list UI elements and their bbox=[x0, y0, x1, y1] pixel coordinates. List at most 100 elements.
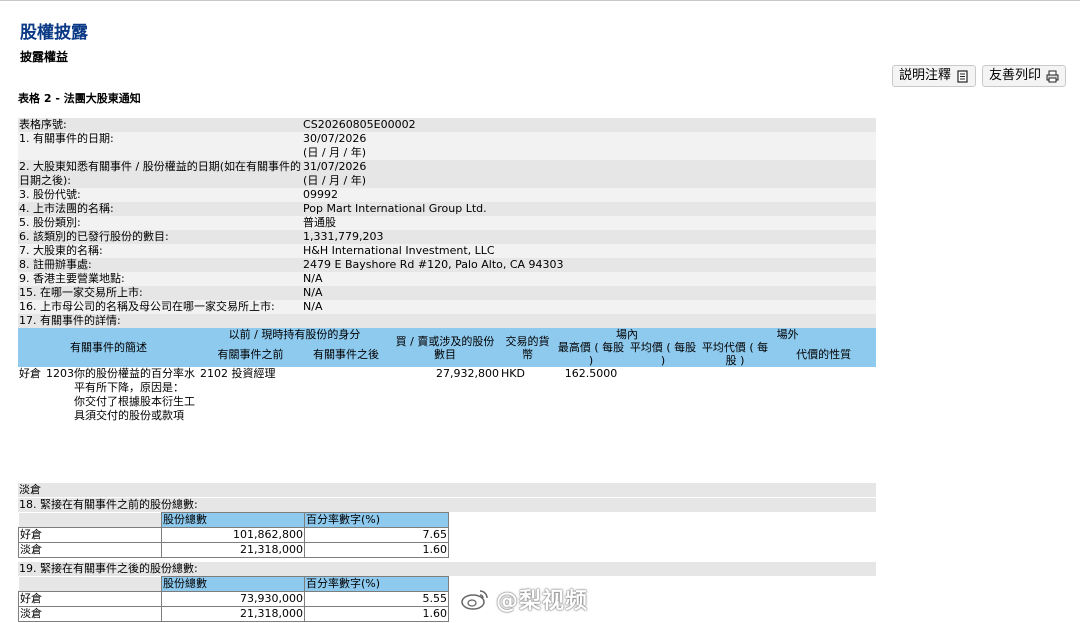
field-value-text: 31/07/2026 bbox=[303, 160, 367, 173]
table-row: 好倉 101,862,800 7.65 bbox=[18, 527, 449, 543]
event-description-line2: 你交付了根據股本衍生工具須交付的股份或款項 bbox=[74, 395, 195, 422]
toolbar: 説明注釋 友善列印 bbox=[891, 65, 1066, 87]
after-totals-table: 股份總數 百分率數字(%) 好倉 73,930,000 5.55 淡倉 21,3… bbox=[18, 576, 449, 622]
weibo-logo-icon bbox=[461, 590, 488, 610]
print-button[interactable]: 友善列印 bbox=[981, 65, 1066, 87]
watermark: @梨视频 bbox=[460, 583, 588, 615]
field-label: 15. 在哪一家交易所上市: bbox=[18, 286, 303, 300]
after-col-shares: 股份總數 bbox=[161, 576, 305, 592]
field-label: 表格序號: bbox=[18, 118, 303, 132]
notes-button[interactable]: 説明注釋 bbox=[891, 65, 976, 87]
field-row: 3. 股份代號: 09992 bbox=[18, 188, 877, 202]
notes-button-label: 説明注釋 bbox=[898, 68, 951, 83]
field-value-text: Pop Mart International Group Ltd. bbox=[303, 202, 487, 215]
header-nature: 代價的性質 bbox=[771, 341, 877, 367]
field-value-text: H&H International Investment, LLC bbox=[303, 244, 495, 257]
event-row: 好倉 1203 你的股份權益的百分率水平有所下降，原因是： 你交付了根據股本衍生… bbox=[18, 367, 877, 459]
field-value: H&H International Investment, LLC bbox=[302, 244, 877, 258]
field-value: 31/07/2026 (日 / 月 / 年) bbox=[302, 160, 877, 188]
after-position-long: 好倉 bbox=[18, 591, 162, 607]
after-shares-long: 73,930,000 bbox=[161, 591, 305, 607]
field-value-text: 30/07/2026 bbox=[303, 132, 367, 145]
printer-icon bbox=[1046, 70, 1059, 82]
event-capacity-name: 投資經理 bbox=[231, 367, 276, 380]
top-divider bbox=[0, 0, 1080, 1]
before-shares-short: 21,318,000 bbox=[161, 542, 305, 558]
document-icon bbox=[957, 69, 968, 83]
event-description: 你的股份權益的百分率水平有所下降，原因是： 你交付了根據股本衍生工具須交付的股份… bbox=[73, 367, 199, 459]
field-value: N/A bbox=[302, 286, 877, 300]
header-currency: 交易的貨幣 bbox=[500, 328, 556, 367]
print-button-label: 友善列印 bbox=[988, 68, 1041, 83]
field-value: 09992 bbox=[302, 188, 877, 202]
field-label: 9. 香港主要營業地點: bbox=[18, 272, 303, 286]
field-label: 17. 有關事件的詳情: bbox=[18, 314, 303, 328]
field-label: 16. 上市母公司的名稱及母公司在哪一家交易所上市: bbox=[18, 300, 303, 314]
before-col-percent: 百分率數字(%) bbox=[304, 512, 449, 528]
header-average: 平均價 ( 每股 ) bbox=[627, 341, 700, 367]
field-label: 6. 該類別的已發行股份的數目: bbox=[18, 230, 303, 244]
field-value-text: 09992 bbox=[303, 188, 339, 201]
field-label: 7. 大股東的名稱: bbox=[18, 244, 303, 258]
event-position: 好倉 bbox=[18, 367, 45, 459]
after-col-percent: 百分率數字(%) bbox=[304, 576, 449, 592]
header-off-exchange: 場外 bbox=[699, 328, 877, 341]
event-currency: HKD bbox=[500, 367, 556, 459]
field-label: 4. 上市法團的名稱: bbox=[18, 202, 303, 216]
section-heading: 表格 2 - 法團大股東通知 bbox=[18, 92, 141, 105]
field-value-text: N/A bbox=[303, 272, 323, 285]
table-row: 淡倉 21,318,000 1.60 bbox=[18, 542, 449, 558]
field-value-text: 普通股 bbox=[303, 216, 337, 229]
field-value: N/A bbox=[302, 300, 877, 314]
event-capacity-code: 2102 bbox=[200, 367, 228, 380]
after-percent-short: 1.60 bbox=[304, 606, 449, 622]
header-desc: 有關事件的簡述 bbox=[18, 328, 199, 367]
event-capacity: 2102 投資經理 bbox=[199, 367, 391, 459]
header-before: 有關事件之前 bbox=[199, 341, 303, 367]
before-percent-long: 7.65 bbox=[304, 527, 449, 543]
field-value-text: 2479 E Bayshore Rd #120, Palo Alto, CA 9… bbox=[303, 258, 564, 271]
field-value: 1,331,779,203 bbox=[302, 230, 877, 244]
field-value: Pop Mart International Group Ltd. bbox=[302, 202, 877, 216]
field-row: 15. 在哪一家交易所上市: N/A bbox=[18, 286, 877, 300]
watermark-text: @梨视频 bbox=[496, 589, 589, 614]
field-row: 5. 股份類別: 普通股 bbox=[18, 216, 877, 230]
field-row: 8. 註冊辦事處: 2479 E Bayshore Rd #120, Palo A… bbox=[18, 258, 877, 272]
field-row: 16. 上市母公司的名稱及母公司在哪一家交易所上市: N/A bbox=[18, 300, 877, 314]
event-description-line1: 你的股份權益的百分率水平有所下降，原因是： bbox=[74, 367, 195, 394]
field-value: 2479 E Bayshore Rd #120, Palo Alto, CA 9… bbox=[302, 258, 877, 272]
field-label: 2. 大股東知悉有關事件 / 股份權益的日期(如在有關事件的日期之後): bbox=[18, 160, 303, 188]
field-row: 7. 大股東的名稱: H&H International Investment, … bbox=[18, 244, 877, 258]
date-format-note: (日 / 月 / 年) bbox=[303, 174, 367, 187]
event-highest: 162.5000 bbox=[555, 367, 628, 459]
table-row: 淡倉 21,318,000 1.60 bbox=[18, 606, 449, 622]
before-position-long: 好倉 bbox=[18, 527, 162, 543]
event-shares: 27,932,800 bbox=[390, 367, 501, 459]
before-totals-table: 股份總數 百分率數字(%) 好倉 101,862,800 7.65 淡倉 21,… bbox=[18, 512, 449, 558]
field-row: 9. 香港主要營業地點: N/A bbox=[18, 272, 877, 286]
field-value bbox=[302, 314, 877, 328]
field-value: CS20260805E00002 bbox=[302, 118, 877, 132]
header-on-exchange: 場內 bbox=[555, 328, 700, 341]
after-position-short: 淡倉 bbox=[18, 606, 162, 622]
page-subtitle: 披露權益 bbox=[20, 50, 69, 64]
field-label: 3. 股份代號: bbox=[18, 188, 303, 202]
date-format-note: (日 / 月 / 年) bbox=[303, 146, 367, 159]
field-value-text: 1,331,779,203 bbox=[303, 230, 384, 243]
event-code: 1203 bbox=[45, 367, 74, 459]
field-label: 8. 註冊辦事處: bbox=[18, 258, 303, 272]
header-highest: 最高價 ( 每股 ) bbox=[555, 341, 628, 367]
before-shares-long: 101,862,800 bbox=[161, 527, 305, 543]
field-label: 5. 股份類別: bbox=[18, 216, 303, 230]
field-value: 普通股 bbox=[302, 216, 877, 230]
field-value-text: N/A bbox=[303, 300, 323, 313]
header-capacity-group: 以前 / 現時持有股份的身分 bbox=[199, 328, 391, 341]
filing-table: 表格序號: CS20260805E00002 1. 有關事件的日期: 30/07/20… bbox=[18, 118, 877, 459]
header-shares: 買 / 賣或涉及的股份數目 bbox=[390, 328, 501, 367]
field-value-text: CS20260805E00002 bbox=[303, 118, 416, 131]
field-value: N/A bbox=[302, 272, 877, 286]
after-shares-short: 21,318,000 bbox=[161, 606, 305, 622]
field-row: 1. 有關事件的日期: 30/07/2026 (日 / 月 / 年) bbox=[18, 132, 877, 160]
field-row: 17. 有關事件的詳情: bbox=[18, 314, 877, 328]
after-percent-long: 5.55 bbox=[304, 591, 449, 607]
